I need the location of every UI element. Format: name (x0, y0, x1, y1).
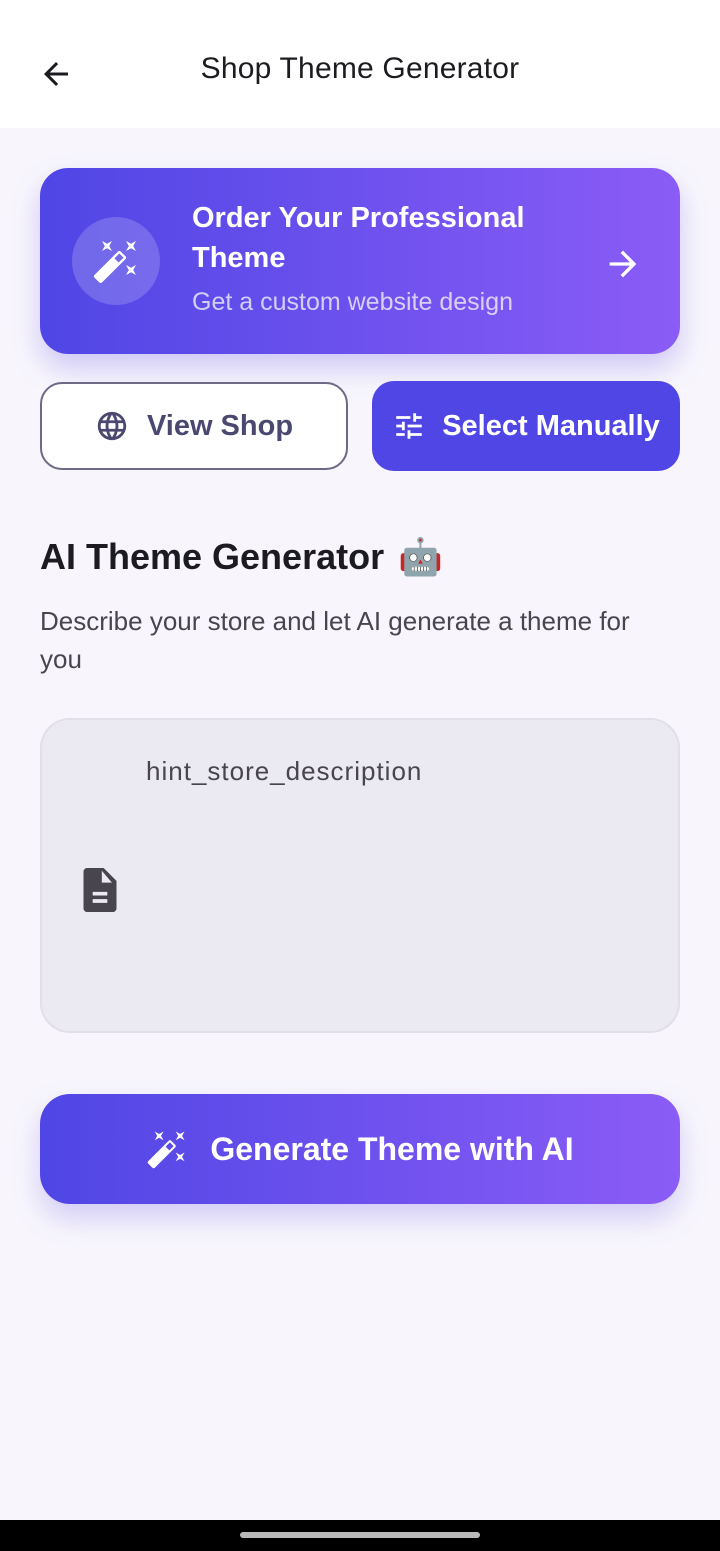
generate-theme-button[interactable]: Generate Theme with AI (40, 1094, 680, 1204)
promo-arrow-container (603, 244, 643, 289)
store-description-field[interactable]: hint_store_description (40, 718, 680, 1033)
app-bar: Shop Theme Generator (0, 0, 720, 128)
store-description-placeholder: hint_store_description (146, 756, 423, 786)
ai-section-heading: AI Theme Generator 🤖 (40, 536, 443, 578)
promo-title: Order Your Professional Theme (192, 202, 525, 274)
promo-icon-container (72, 217, 160, 305)
promo-subtitle: Get a custom website design (192, 288, 513, 316)
doc-icon-container (80, 868, 120, 917)
ai-section-description: Describe your store and let AI generate … (40, 606, 630, 674)
select-manually-label: Select Manually (442, 409, 660, 442)
document-icon (83, 868, 117, 912)
robot-icon: 🤖 (398, 536, 443, 577)
view-shop-label: View Shop (146, 409, 294, 442)
arrow-right-icon (609, 250, 637, 278)
globe-icon (97, 411, 127, 441)
order-professional-theme-card[interactable]: Order Your Professional Theme Get a cust… (40, 168, 680, 354)
magic-wand-icon (93, 241, 136, 284)
page-title: Shop Theme Generator (200, 52, 520, 85)
ai-section-title: AI Theme Generator (40, 536, 385, 577)
home-gesture-handle[interactable] (240, 1532, 480, 1538)
select-manually-button[interactable]: Select Manually (372, 381, 680, 471)
system-nav-bar (0, 1520, 720, 1551)
generate-theme-label: Generate Theme with AI (210, 1130, 574, 1167)
tune-icon (396, 413, 422, 439)
view-shop-button[interactable]: View Shop (40, 382, 348, 470)
magic-wand-icon (148, 1131, 185, 1169)
